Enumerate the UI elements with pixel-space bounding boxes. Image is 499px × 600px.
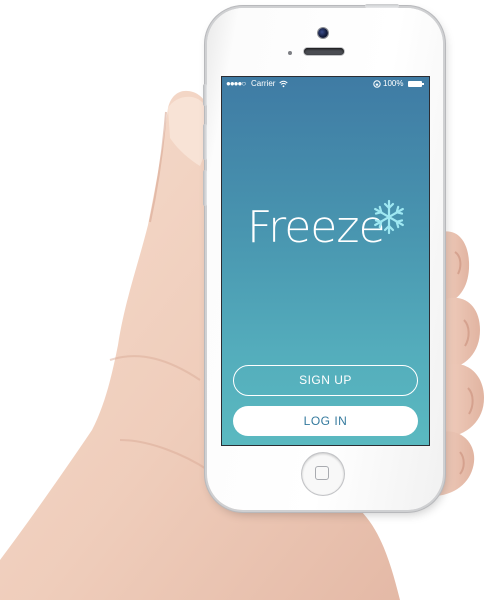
mute-switch bbox=[203, 84, 207, 106]
battery-icon bbox=[408, 81, 424, 87]
app-logo: Freeze bbox=[247, 198, 407, 260]
snowflake-icon bbox=[374, 199, 404, 235]
home-button[interactable] bbox=[302, 453, 344, 495]
app-screen: ●●●●○ Carrier 100% Freeze SIGN UP LOG IN bbox=[222, 77, 429, 445]
carrier-name: Carrier bbox=[251, 79, 276, 88]
volume-up-button bbox=[203, 124, 207, 160]
iphone-device: ●●●●○ Carrier 100% Freeze SIGN UP LOG IN bbox=[203, 4, 443, 510]
logo-text: Freeze bbox=[247, 202, 386, 253]
power-button bbox=[365, 4, 399, 8]
log-in-button[interactable]: LOG IN bbox=[233, 406, 418, 436]
status-bar: ●●●●○ Carrier 100% bbox=[222, 77, 429, 91]
earpiece-speaker bbox=[304, 48, 344, 55]
proximity-sensor bbox=[288, 51, 292, 55]
home-button-icon bbox=[315, 466, 329, 480]
volume-down-button bbox=[203, 170, 207, 206]
front-camera bbox=[318, 28, 328, 38]
signal-strength-icon: ●●●●○ bbox=[226, 79, 246, 88]
product-scene: ●●●●○ Carrier 100% Freeze SIGN UP LOG IN bbox=[0, 0, 499, 600]
sign-up-button[interactable]: SIGN UP bbox=[233, 365, 418, 396]
battery-percentage: 100% bbox=[383, 79, 404, 88]
